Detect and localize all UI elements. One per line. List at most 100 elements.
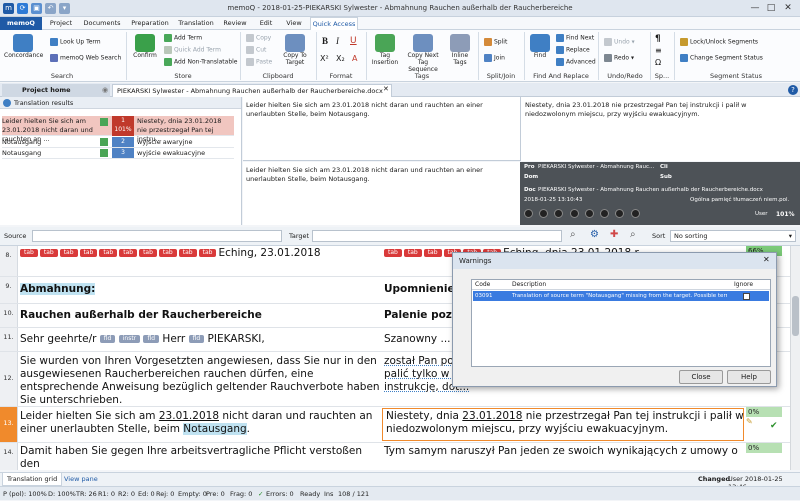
special-characters-icon[interactable]: ≡ <box>655 46 662 55</box>
play-icon[interactable] <box>539 209 549 218</box>
stop-icon[interactable] <box>569 209 579 218</box>
warning-row[interactable]: 03091 Translation of source term "Notaus… <box>473 291 769 301</box>
pause-icon[interactable] <box>554 209 564 218</box>
find-next-button[interactable]: Find Next <box>556 34 594 42</box>
tab-view-pane[interactable]: View pane <box>60 473 102 486</box>
tab-project[interactable]: Project <box>46 17 76 30</box>
ignore-checkbox[interactable] <box>743 293 750 300</box>
add-term-button[interactable]: Add Term <box>164 34 202 42</box>
inline-tags-button[interactable]: Inline Tags <box>448 34 472 66</box>
status-pre: Pre: 0 <box>206 490 225 498</box>
copy-next-tag-sequence-button[interactable]: Copy Next Tag Sequence <box>404 34 442 73</box>
segment-target[interactable]: Tym samym naruszył Pan jeden ze swoich w… <box>384 445 744 458</box>
tab-documents[interactable]: Documents <box>80 17 124 30</box>
tab-project-home[interactable]: Project home <box>2 84 110 97</box>
result-row[interactable]: Leider hielten Sie sich am 23.01.2018 ni… <box>2 116 234 143</box>
segment-source[interactable]: Abmahnung: <box>20 283 380 296</box>
previous-icon[interactable] <box>600 209 610 218</box>
undo-button[interactable]: Undo ▾ <box>604 38 635 46</box>
ribbon-tab-bar: memoQ Project Documents Preparation Tran… <box>0 17 800 30</box>
redo-button[interactable]: Redo ▾ <box>604 54 634 62</box>
replace-button[interactable]: Replace <box>556 46 590 54</box>
concordance-button[interactable]: Concordance <box>4 34 43 59</box>
close-tab-icon[interactable]: ✕ <box>383 85 389 93</box>
scrollbar-thumb[interactable] <box>792 296 799 336</box>
help-icon[interactable]: ? <box>788 85 798 95</box>
sub-label: Sub <box>660 174 672 180</box>
tab-tag: tab <box>139 249 157 257</box>
segment-row[interactable]: 14. Damit haben Sie gegen Ihre arbeitsve… <box>0 443 790 470</box>
close-dialog-icon[interactable]: ✕ <box>763 255 770 264</box>
tab-quick-access[interactable]: Quick Access <box>310 17 358 30</box>
bold-button[interactable]: B <box>322 36 328 46</box>
segment-source[interactable]: Rauchen außerhalb der Raucherbereiche <box>20 309 380 322</box>
segment-source[interactable]: tab tab tab tab tab tab tab tab tab tab Eching, 23… <box>20 247 380 260</box>
paste-button[interactable]: Paste <box>246 58 272 66</box>
tab-view[interactable]: View <box>282 17 306 30</box>
split-button[interactable]: Split <box>484 38 507 46</box>
result-row[interactable]: Notausgang 2 wyjście awaryjne <box>2 137 234 148</box>
find-button[interactable]: Find <box>528 34 552 59</box>
next-icon[interactable] <box>615 209 625 218</box>
close-button[interactable]: Close <box>679 370 723 384</box>
change-segment-status-button[interactable]: Change Segment Status <box>680 54 763 62</box>
segment-source[interactable]: Leider hielten Sie sich am 23.01.2018 ni… <box>20 410 380 436</box>
help-button[interactable]: Help <box>727 370 771 384</box>
compare-target-text: Niestety, dnia 23.01.2018 nie przestrzeg… <box>525 101 747 118</box>
pilcrow-icon[interactable]: ¶ <box>655 34 661 44</box>
web-search-button[interactable]: memoQ Web Search <box>50 54 121 62</box>
clear-format-button[interactable]: A <box>352 54 357 63</box>
cut-icon <box>246 46 254 54</box>
omega-icon[interactable]: Ω <box>655 58 661 67</box>
tab-tag: tab <box>20 249 38 257</box>
gear-icon[interactable]: ⚙ <box>590 229 599 240</box>
sort-select[interactable]: No sorting ▾ <box>670 230 796 242</box>
tag-insertion-button[interactable]: Tag Insertion <box>370 34 400 66</box>
tab-memoq[interactable]: memoQ <box>0 17 42 30</box>
status-rej: Rej: 0 <box>156 490 175 498</box>
segment-source[interactable]: Sehr geehrte/r fld instr fld Herr fld PI… <box>20 333 380 346</box>
tab-edit[interactable]: Edit <box>254 17 278 30</box>
copy-button[interactable]: Copy <box>246 34 271 42</box>
italic-button[interactable]: I <box>336 36 339 46</box>
title-bar: m ⟳ ▣ ↶ ▾ memoQ - 2018-01-25-PIEKARSKI S… <box>0 0 800 17</box>
pin-icon[interactable]: ◉ <box>102 86 108 94</box>
tab-translation-grid[interactable]: Translation grid <box>2 473 63 486</box>
filter-magnifier-icon[interactable]: ⌕ <box>570 229 576 240</box>
maximize-button[interactable]: □ <box>764 2 778 14</box>
result-row[interactable]: Notausgang 3 wyjście ewakuacyjne <box>2 148 234 159</box>
fld-tag: fld <box>99 335 116 343</box>
underline-button[interactable]: U <box>350 36 357 46</box>
minimize-button[interactable]: — <box>748 2 762 14</box>
tab-translation[interactable]: Translation <box>176 17 216 30</box>
tm-match-icon <box>100 118 108 126</box>
lock-unlock-button[interactable]: Lock/Unlock Segments <box>680 38 758 46</box>
forward-icon[interactable] <box>584 209 594 218</box>
tab-document[interactable]: PIEKARSKI Sylwester - Abmahnung Rauchen … <box>112 84 392 97</box>
rewind-icon[interactable] <box>524 209 533 218</box>
add-non-translatable-button[interactable]: Add Non-Translatable <box>164 58 238 66</box>
settings-icon[interactable] <box>630 209 640 218</box>
confirm-button[interactable]: Confirm <box>130 34 160 59</box>
cut-button[interactable]: Cut <box>246 46 266 54</box>
tab-review[interactable]: Review <box>220 17 250 30</box>
tab-preparation[interactable]: Preparation <box>128 17 172 30</box>
copy-to-target-button[interactable]: Copy To Target <box>280 34 310 66</box>
grid-scrollbar[interactable] <box>790 246 800 470</box>
zoom-icon[interactable]: ⌕ <box>630 229 636 240</box>
advanced-find-button[interactable]: Advanced <box>556 58 596 66</box>
source-filter-input[interactable] <box>32 230 282 242</box>
close-window-button[interactable]: ✕ <box>781 2 795 14</box>
segment-source[interactable]: Sie wurden von Ihren Vorgesetzten angewi… <box>20 355 380 406</box>
segment-source[interactable]: Damit haben Sie gegen Ihre arbeitsvertra… <box>20 445 380 470</box>
superscript-button[interactable]: X² <box>320 54 329 63</box>
segment-row-active[interactable]: 13. Leider hielten Sie sich am 23.01.201… <box>0 407 790 443</box>
subscript-button[interactable]: X₂ <box>336 54 345 63</box>
look-up-term-button[interactable]: Look Up Term <box>50 38 101 46</box>
segment-target[interactable]: Niestety, dnia 23.01.2018 nie przestrzeg… <box>386 410 746 436</box>
filter-add-icon[interactable]: ✚ <box>610 229 618 240</box>
target-filter-input[interactable] <box>312 230 562 242</box>
join-button[interactable]: Join <box>484 54 505 62</box>
quick-add-term-button[interactable]: Quick Add Term <box>164 46 221 54</box>
window-title: memoQ - 2018-01-25-PIEKARSKI Sylwester -… <box>227 4 573 12</box>
